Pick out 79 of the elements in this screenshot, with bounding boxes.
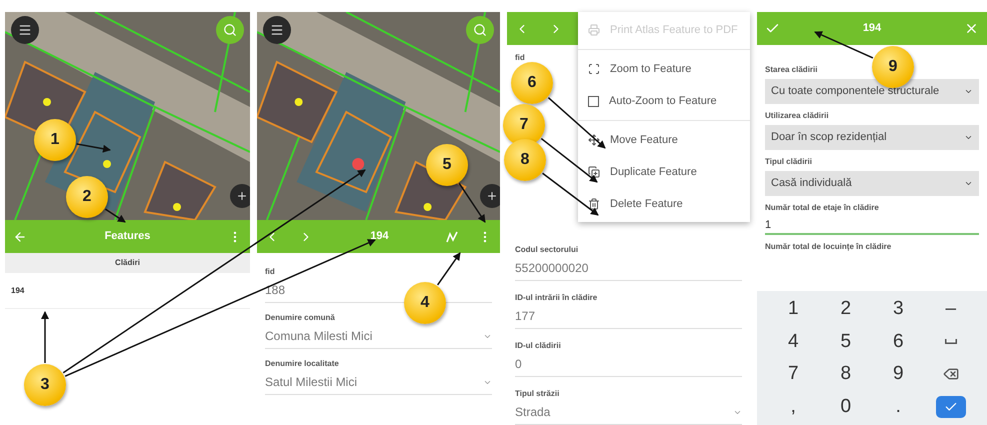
dropdown-field[interactable]: Doar în scop rezidențial xyxy=(765,125,979,150)
field-label: fid xyxy=(515,53,525,63)
field-label: Număr total de etaje în clădire xyxy=(765,203,879,213)
key[interactable]: 7 xyxy=(788,360,799,388)
menu-item[interactable]: Duplicate Feature xyxy=(578,156,750,188)
zigzag-line-icon xyxy=(446,230,458,242)
callout-marker: 9 xyxy=(872,46,914,88)
checkbox[interactable] xyxy=(588,96,599,106)
field-label: ID-ul clădirii xyxy=(515,341,561,351)
field-label: Tipul străzii xyxy=(515,389,560,399)
dropdown-field[interactable]: Strada xyxy=(515,403,742,425)
feature-title: 194 xyxy=(369,229,390,244)
backspace-key[interactable] xyxy=(942,366,959,382)
feature-title: 194 xyxy=(862,21,882,36)
key[interactable]: . xyxy=(896,392,901,421)
layer-header: Clădiri xyxy=(5,253,250,273)
plus-icon xyxy=(236,190,248,202)
dropdown-caret-icon xyxy=(964,179,973,188)
annotation-arrow xyxy=(814,31,874,59)
dropdown-field[interactable]: Cu toate componentele structurale xyxy=(765,79,979,104)
delete-icon xyxy=(588,198,600,210)
duplicate-icon xyxy=(588,166,600,178)
field-label: ID-ul intrării în clădire xyxy=(515,293,598,303)
callout-marker: 3 xyxy=(24,364,66,406)
dropdown-caret-icon xyxy=(964,87,973,96)
space-key-icon xyxy=(944,339,957,344)
key[interactable]: 1 xyxy=(788,295,799,324)
text-field[interactable]: 177 xyxy=(515,307,742,329)
key[interactable]: 9 xyxy=(892,360,904,388)
search-icon xyxy=(223,23,237,37)
menu-icon xyxy=(270,23,284,37)
menu-item[interactable]: Move Feature xyxy=(578,124,750,156)
callout-marker: 4 xyxy=(404,282,446,324)
key[interactable]: 5 xyxy=(840,328,852,356)
annotation-arrow xyxy=(458,182,486,223)
key[interactable]: , xyxy=(790,392,796,421)
annotation-arrow xyxy=(548,97,606,149)
key[interactable]: 0 xyxy=(840,392,852,421)
dropdown-field[interactable]: Satul Milestii Mici xyxy=(265,373,492,395)
menu-item[interactable]: Auto-Zoom to Feature xyxy=(578,85,750,117)
annotation-arrow xyxy=(540,138,598,183)
field-label: Tipul clădirii xyxy=(765,157,812,167)
zoom-icon xyxy=(588,63,600,75)
key[interactable]: 2 xyxy=(840,295,852,324)
field-label: Denumire comună xyxy=(265,313,335,323)
dropdown-caret-icon xyxy=(964,133,973,142)
callout-marker: 8 xyxy=(504,139,546,181)
backspace-icon xyxy=(942,366,959,382)
text-input[interactable]: 1 xyxy=(765,217,979,235)
key[interactable]: 8 xyxy=(840,360,852,388)
annotation-arrow xyxy=(437,252,461,286)
menu-icon xyxy=(18,23,32,37)
field-label: fid xyxy=(265,267,275,277)
annotation-arrow xyxy=(41,311,49,363)
print-icon xyxy=(588,24,600,36)
annotation-arrow xyxy=(76,143,111,153)
field-label: Număr total de locuințe în clădire xyxy=(765,242,892,252)
text-field[interactable]: 55200000020 xyxy=(515,259,742,281)
key[interactable]: 6 xyxy=(892,328,904,356)
dropdown-field[interactable]: Casă individuală xyxy=(765,171,979,196)
key[interactable]: – xyxy=(945,295,956,324)
text-field[interactable]: 0 xyxy=(515,355,742,377)
callout-marker: 6 xyxy=(511,62,553,104)
screen-title: Features xyxy=(104,229,150,244)
move-icon xyxy=(588,134,600,146)
key[interactable]: 3 xyxy=(892,295,904,324)
dropdown-field[interactable]: Comuna Milesti Mici xyxy=(265,327,492,349)
field-label: Denumire localitate xyxy=(265,359,339,369)
done-key[interactable] xyxy=(936,396,966,418)
field-label: Utilizarea clădirii xyxy=(765,111,829,121)
plus-icon xyxy=(486,190,498,202)
key[interactable]: 4 xyxy=(788,328,799,356)
field-label: Starea clădirii xyxy=(765,65,818,75)
space-key[interactable] xyxy=(944,339,957,344)
field-label: Codul sectorului xyxy=(515,245,578,255)
search-icon xyxy=(473,23,487,37)
menu-item[interactable]: Delete Feature xyxy=(578,188,750,220)
annotation-arrow xyxy=(542,172,599,216)
menu-item[interactable]: Zoom to Feature xyxy=(578,53,750,85)
